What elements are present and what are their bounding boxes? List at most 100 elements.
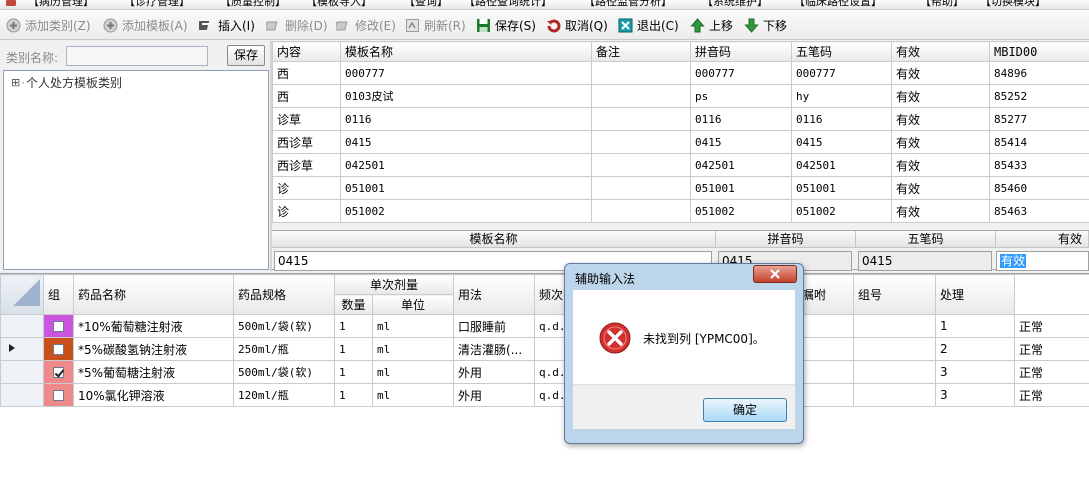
table-cell[interactable]: 西诊草 xyxy=(272,153,341,177)
menu-item-treatment[interactable]: 【诊疗管理】 xyxy=(124,0,190,9)
cell-freq[interactable]: q.d. xyxy=(534,360,566,384)
refresh-button[interactable]: 刷新(R) xyxy=(405,16,466,34)
menu-item-query[interactable]: 【查询】 xyxy=(404,0,448,9)
menu-item-records[interactable]: 【病历管理】 xyxy=(28,0,94,9)
cell-unit[interactable]: ml xyxy=(371,314,455,338)
table-cell[interactable] xyxy=(591,153,691,177)
table-cell[interactable]: 042501 xyxy=(791,153,892,177)
table-cell[interactable]: 85460 xyxy=(989,176,1089,200)
col-header-drug-spec[interactable]: 药品规格 xyxy=(233,274,335,315)
col-header-mbid[interactable]: MBID00 xyxy=(989,41,1089,62)
move-down-button[interactable]: 下移 xyxy=(744,16,787,34)
table-cell[interactable]: 051001 xyxy=(340,176,592,200)
cell-handling[interactable]: 正常 xyxy=(1014,337,1089,361)
cell-handling[interactable]: 正常 xyxy=(1014,314,1089,338)
menu-item-path-analysis[interactable]: 【路径监管分析】 xyxy=(584,0,672,9)
valid-select[interactable]: 有效 xyxy=(996,251,1089,271)
group-checkbox-cell[interactable] xyxy=(43,360,74,384)
col-header-template-name[interactable]: 模板名称 xyxy=(340,41,592,62)
row-indicator[interactable] xyxy=(0,383,44,407)
cell-empty[interactable] xyxy=(853,383,937,407)
col-header-group-no[interactable]: 组号 xyxy=(853,274,937,315)
cell-spec[interactable]: 500ml/袋(软) xyxy=(233,360,335,384)
table-cell[interactable]: 有效 xyxy=(891,130,990,154)
table-row[interactable]: 诊 051001 051001 051001 有效 85460 xyxy=(272,176,1089,200)
cell-empty[interactable] xyxy=(797,314,855,338)
table-cell[interactable]: 诊草 xyxy=(272,107,341,131)
table-cell[interactable]: 有效 xyxy=(891,61,990,85)
table-cell[interactable] xyxy=(591,107,691,131)
dialog-close-button[interactable] xyxy=(753,265,797,283)
category-tree[interactable]: ⊞ · 个人处方模板类别 xyxy=(3,70,269,270)
table-cell[interactable]: 0116 xyxy=(791,107,892,131)
drug-row[interactable]: *5%葡萄糖注射液 500ml/袋(软) 1 ml 外用 q.d. 3 正常 xyxy=(0,360,1089,384)
col-header-content[interactable]: 内容 xyxy=(272,41,341,62)
cell-qty[interactable]: 1 xyxy=(334,314,373,338)
group-checkbox[interactable] xyxy=(53,390,64,401)
table-cell[interactable]: 有效 xyxy=(891,107,990,131)
delete-button[interactable]: 删除(D) xyxy=(266,16,328,34)
table-row[interactable]: 西诊草 0415 0415 0415 有效 85414 xyxy=(272,130,1089,154)
tree-expand-icon[interactable]: ⊞ xyxy=(11,76,20,89)
cell-freq[interactable] xyxy=(534,337,566,361)
table-row[interactable]: 诊 051002 051002 051002 有效 85463 xyxy=(272,199,1089,223)
table-cell[interactable]: 0116 xyxy=(340,107,592,131)
cell-empty[interactable] xyxy=(797,383,855,407)
cell-qty[interactable]: 1 xyxy=(334,337,373,361)
table-cell[interactable]: 000777 xyxy=(791,61,892,85)
table-cell[interactable]: 84896 xyxy=(989,61,1089,85)
col-header-handling[interactable]: 处理 xyxy=(935,274,1016,315)
col-header-frequency[interactable]: 频次 xyxy=(534,274,566,315)
table-cell[interactable]: 042501 xyxy=(690,153,792,177)
table-cell[interactable]: 有效 xyxy=(891,176,990,200)
cell-name[interactable]: *5%葡萄糖注射液 xyxy=(73,360,234,384)
cell-qty[interactable]: 1 xyxy=(334,383,373,407)
add-category-button[interactable]: 添加类别(Z) xyxy=(6,16,91,34)
cell-empty[interactable] xyxy=(797,337,855,361)
table-cell[interactable]: 85463 xyxy=(989,199,1089,223)
cell-empty[interactable] xyxy=(853,314,937,338)
menu-item-help[interactable]: 【帮助】 xyxy=(920,0,964,9)
cell-empty[interactable] xyxy=(853,360,937,384)
table-row[interactable]: 西诊草 042501 042501 042501 有效 85433 xyxy=(272,153,1089,177)
col-header-advice[interactable]: 嘱咐 xyxy=(797,274,855,315)
table-cell[interactable]: 85414 xyxy=(989,130,1089,154)
table-cell[interactable]: 051002 xyxy=(340,199,592,223)
table-cell[interactable]: 诊 xyxy=(272,176,341,200)
drug-row[interactable]: *10%葡萄糖注射液 500ml/袋(软) 1 ml 口服睡前 q.d. 1 正常 xyxy=(0,314,1089,338)
table-cell[interactable]: 000777 xyxy=(340,61,592,85)
group-checkbox-cell[interactable] xyxy=(43,314,74,338)
save-toolbar-button[interactable]: 保存(S) xyxy=(476,16,536,34)
table-row[interactable]: 西 0103皮试 ps hy 有效 85252 xyxy=(272,84,1089,108)
table-cell[interactable] xyxy=(591,84,691,108)
drug-row[interactable]: *5%碳酸氢钠注射液 250ml/瓶 1 ml 清洁灌肠(... 2 正常 xyxy=(0,337,1089,361)
cell-spec[interactable]: 250ml/瓶 xyxy=(233,337,335,361)
table-cell[interactable]: 0415 xyxy=(690,130,792,154)
cell-qty[interactable]: 1 xyxy=(334,360,373,384)
cell-freq[interactable]: q.d. xyxy=(534,383,566,407)
cell-handling[interactable]: 正常 xyxy=(1014,360,1089,384)
insert-button[interactable]: 插入(I) xyxy=(199,16,255,34)
col-header-pinyin[interactable]: 拼音码 xyxy=(690,41,792,62)
table-cell[interactable]: 000777 xyxy=(690,61,792,85)
table-cell[interactable]: 051001 xyxy=(791,176,892,200)
cell-name[interactable]: *10%葡萄糖注射液 xyxy=(73,314,234,338)
table-cell[interactable]: 85252 xyxy=(989,84,1089,108)
cell-usage[interactable]: 清洁灌肠(... xyxy=(453,337,536,361)
cell-freq[interactable]: q.d. xyxy=(534,314,566,338)
table-cell[interactable] xyxy=(591,61,691,85)
col-header-unit[interactable]: 单位 xyxy=(371,294,455,315)
cell-handling[interactable]: 正常 xyxy=(1014,383,1089,407)
cell-group-no[interactable]: 3 xyxy=(935,360,1016,384)
cell-group-no[interactable]: 2 xyxy=(935,337,1016,361)
table-cell[interactable]: 042501 xyxy=(340,153,592,177)
tree-node-root[interactable]: ⊞ · 个人处方模板类别 xyxy=(11,74,122,91)
table-cell[interactable] xyxy=(591,199,691,223)
table-cell[interactable]: 0103皮试 xyxy=(340,84,592,108)
table-cell[interactable] xyxy=(591,130,691,154)
ok-button[interactable]: 确定 xyxy=(703,398,787,422)
table-row[interactable]: 诊草 0116 0116 0116 有效 85277 xyxy=(272,107,1089,131)
row-indicator[interactable] xyxy=(0,337,44,361)
cell-spec[interactable]: 120ml/瓶 xyxy=(233,383,335,407)
move-up-button[interactable]: 上移 xyxy=(690,16,733,34)
